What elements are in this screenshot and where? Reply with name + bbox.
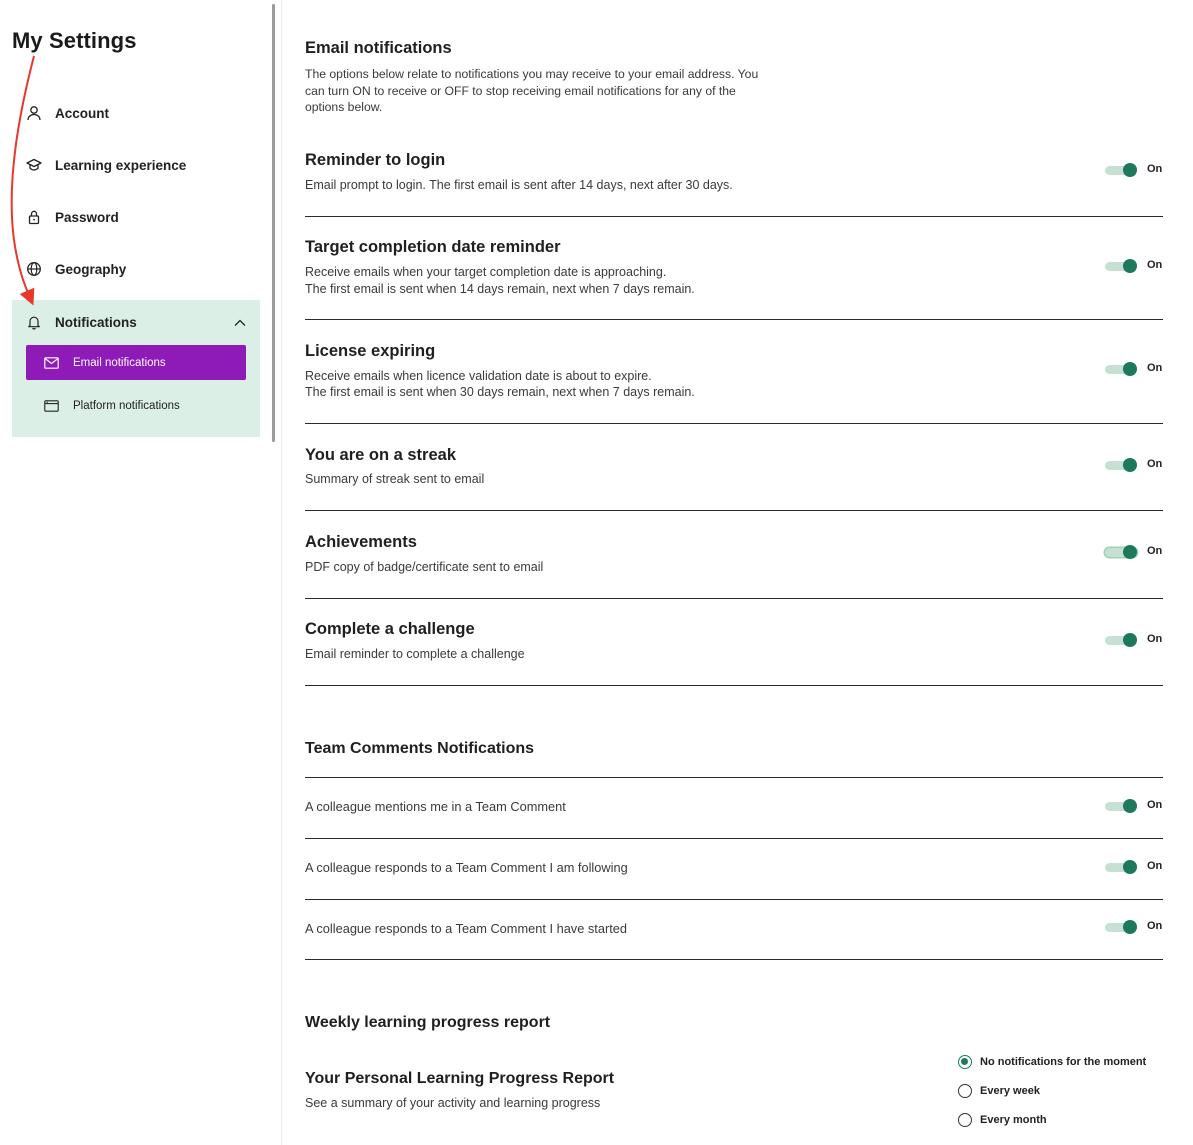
setting-reminder-to-login: Reminder to login Email prompt to login.… [305,140,1163,217]
user-icon [26,105,42,121]
setting-title: Achievements [305,533,417,551]
globe-icon [26,261,42,277]
setting-desc: Receive emails when licence validation d… [305,369,652,383]
setting-desc: Email reminder to complete a challenge [305,647,525,661]
radio-circle [958,1055,972,1069]
setting-desc: PDF copy of badge/certificate sent to em… [305,560,544,574]
radio-label: No notifications for the moment [980,1056,1147,1068]
toggle-label: On [1147,458,1163,470]
graduation-cap-icon [26,157,42,173]
toggle-switch[interactable] [1105,458,1139,472]
setting-desc: Email prompt to login. The first email i… [305,178,733,192]
toggle-label: On [1147,633,1163,645]
toggle-switch[interactable] [1105,545,1139,559]
sidebar-subitem-label: Email notifications [73,356,166,369]
radio-circle [958,1084,972,1098]
radio-label: Every week [980,1085,1040,1097]
sidebar-item-notifications[interactable]: Notifications [12,300,260,344]
toggle-switch[interactable] [1105,259,1139,273]
sidebar-item-label: Notifications [55,314,137,330]
radio-no-notifications[interactable]: No notifications for the moment [958,1055,1146,1069]
toggle-label: On [1147,860,1163,872]
bell-icon [26,314,42,330]
team-row-started: A colleague responds to a Team Comment I… [305,900,1163,960]
team-row-desc: A colleague responds to a Team Comment I… [305,860,628,875]
team-row-desc: A colleague responds to a Team Comment I… [305,921,628,936]
setting-license-expiring: License expiring Receive emails when lic… [305,320,1163,424]
setting-target-completion-date: Target completion date reminder Receive … [305,217,1163,320]
section-intro: The options below relate to notification… [305,67,759,114]
sidebar-item-account[interactable]: Account [12,91,260,135]
envelope-icon [44,356,59,369]
toggle-switch[interactable] [1105,799,1139,813]
setting-title: Target completion date reminder [305,238,561,256]
report-desc: See a summary of your activity and learn… [305,1096,601,1110]
toggle-label: On [1147,163,1163,175]
toggle-switch[interactable] [1105,920,1139,934]
setting-title: You are on a streak [305,446,457,464]
sidebar-item-geography[interactable]: Geography [12,247,260,291]
setting-complete-challenge: Complete a challenge Email reminder to c… [305,599,1163,686]
toggle-switch[interactable] [1105,860,1139,874]
toggle-switch[interactable] [1105,163,1139,177]
setting-desc: The first email is sent when 30 days rem… [305,385,695,399]
radio-circle [958,1113,972,1127]
radio-every-week[interactable]: Every week [958,1084,1040,1098]
setting-desc: Receive emails when your target completi… [305,265,667,279]
toggle-label: On [1147,259,1163,271]
browser-window-icon [44,399,59,412]
team-row-following: A colleague responds to a Team Comment I… [305,839,1163,900]
setting-title: Reminder to login [305,151,446,169]
sidebar-subitem-platform-notifications[interactable]: Platform notifications [26,388,246,423]
toggle-switch[interactable] [1105,362,1139,376]
settings-sidebar: My Settings Account Learning experience … [0,0,282,1145]
sidebar-item-learning-experience[interactable]: Learning experience [12,143,260,187]
setting-achievements: Achievements PDF copy of badge/certifica… [305,511,1163,599]
toggle-label: On [1147,362,1163,374]
page-title: My Settings [12,28,137,53]
sidebar-item-label: Account [55,105,109,121]
sidebar-subitem-label: Platform notifications [73,399,180,412]
radio-label: Every month [980,1114,1047,1126]
setting-title: Complete a challenge [305,620,475,638]
lock-icon [26,209,42,225]
sidebar-subitem-email-notifications[interactable]: Email notifications [26,345,246,380]
radio-every-month[interactable]: Every month [958,1113,1047,1127]
setting-streak: You are on a streak Summary of streak se… [305,424,1163,511]
notifications-panel: Notifications Email notifications Platfo… [12,300,260,437]
toggle-label: On [1147,545,1163,557]
section-title-email: Email notifications [305,39,452,57]
sidebar-item-label: Learning experience [55,157,187,173]
sidebar-scrollbar[interactable] [272,4,275,442]
sidebar-item-password[interactable]: Password [12,195,260,239]
toggle-switch[interactable] [1105,633,1139,647]
team-row-mentions: A colleague mentions me in a Team Commen… [305,778,1163,839]
section-title-team-comments: Team Comments Notifications [305,740,535,757]
setting-title: License expiring [305,342,436,360]
report-title: Your Personal Learning Progress Report [305,1070,615,1087]
sidebar-item-label: Password [55,209,119,225]
setting-desc: Summary of streak sent to email [305,472,485,486]
toggle-label: On [1147,799,1163,811]
setting-desc: The first email is sent when 14 days rem… [305,282,695,296]
toggle-label: On [1147,920,1163,932]
team-row-desc: A colleague mentions me in a Team Commen… [305,799,566,814]
chevron-up-icon[interactable] [234,316,246,328]
sidebar-item-label: Geography [55,261,127,277]
section-title-weekly-report: Weekly learning progress report [305,1014,551,1031]
